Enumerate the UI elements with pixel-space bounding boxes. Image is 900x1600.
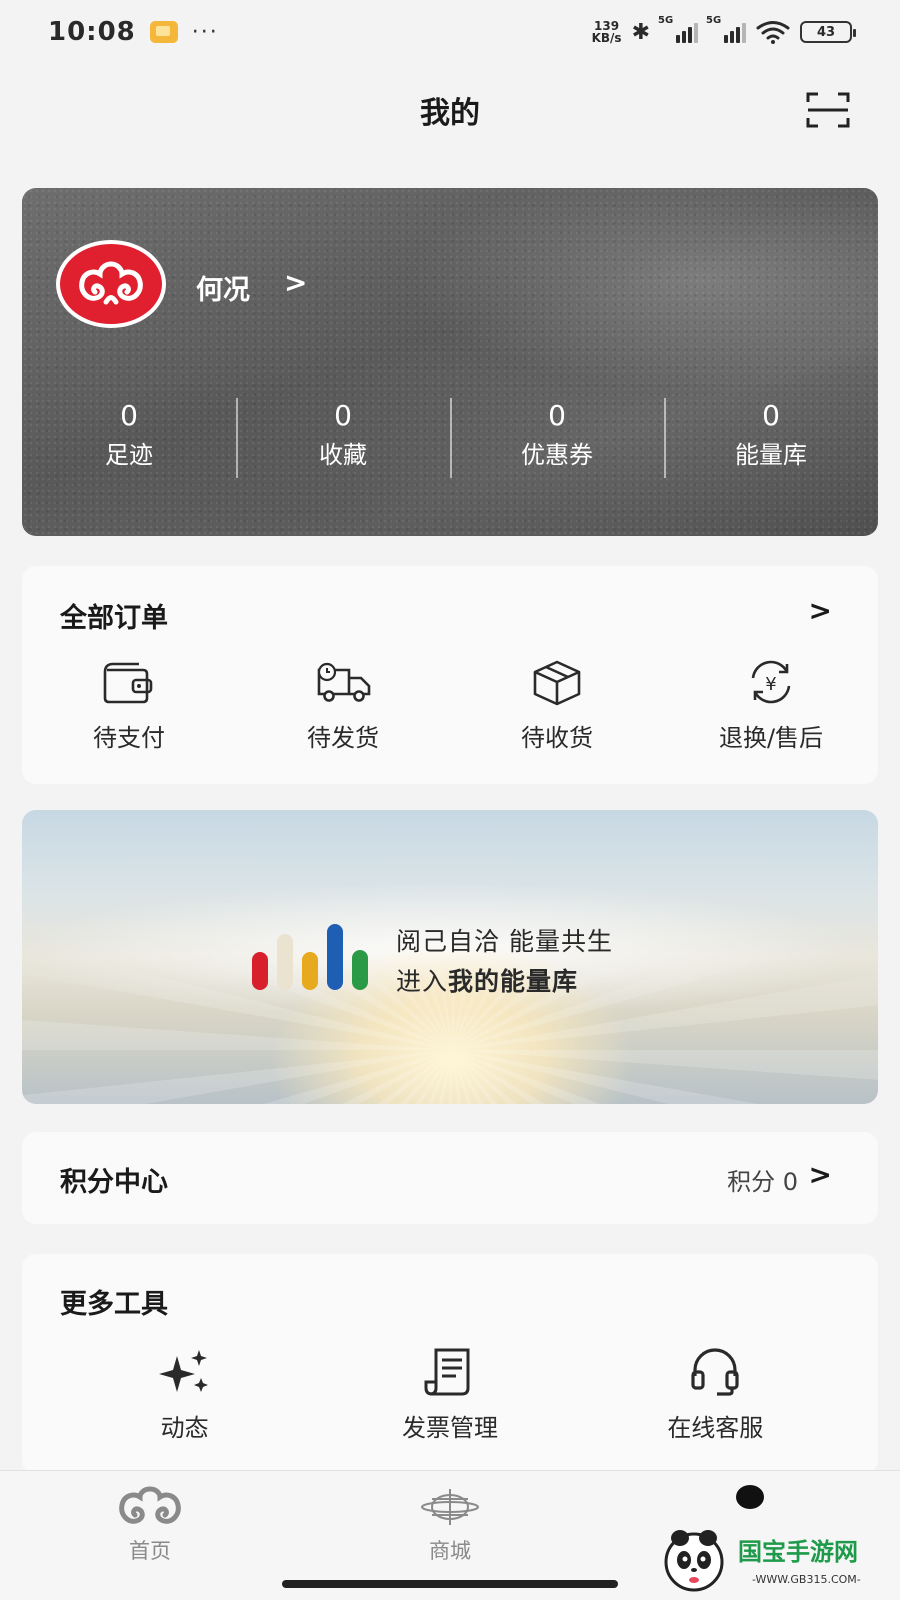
more-tools-card: 更多工具 动态 发票管理 在线客服: [22, 1254, 878, 1474]
tab-label: 商城: [429, 1539, 471, 1563]
signal-label-2: 5G: [706, 15, 722, 26]
svg-text:¥: ¥: [765, 674, 776, 695]
watermark-logo: 国宝手游网 -WWW.GB315.COM-: [664, 1530, 861, 1592]
more-notifications-icon: ···: [191, 19, 219, 45]
invoice-icon: [424, 1348, 470, 1396]
home-logo-icon: [119, 1486, 181, 1524]
status-right: 139 KB/s ✱ 5G 5G 43: [592, 15, 856, 45]
tab-profile-dot-icon[interactable]: [736, 1485, 764, 1509]
stat-favorites[interactable]: 0 收藏: [236, 398, 450, 478]
order-returns[interactable]: ¥ 退换/售后: [664, 658, 878, 753]
energy-bar: [327, 924, 343, 990]
network-speed: 139 KB/s: [592, 20, 622, 44]
profile-stats: 0 足迹 0 收藏 0 优惠券 0 能量库: [22, 398, 878, 478]
chevron-right-icon[interactable]: >: [809, 594, 832, 627]
order-pending-shipment[interactable]: 待发货: [236, 658, 450, 753]
profile-card: 何况 > 0 足迹 0 收藏 0 优惠券 0 能量库: [22, 188, 878, 536]
mall-icon: [421, 1489, 479, 1525]
network-speed-unit: KB/s: [591, 31, 622, 45]
stat-energy-library[interactable]: 0 能量库: [664, 398, 878, 478]
energy-bar: [352, 950, 368, 990]
status-bar: 10:08 ··· 139 KB/s ✱ 5G 5G 43: [0, 0, 900, 64]
energy-bar: [252, 952, 268, 990]
home-indicator[interactable]: [282, 1580, 618, 1588]
watermark-brand: 国宝手游网: [738, 1538, 858, 1566]
signal-label: 5G: [658, 15, 674, 26]
stat-footprints[interactable]: 0 足迹: [22, 398, 236, 478]
tools-title: 更多工具: [60, 1289, 168, 1320]
energy-bars-logo: [252, 924, 368, 990]
points-value: 积分 0: [727, 1168, 798, 1196]
order-item-label: 退换/售后: [718, 724, 824, 752]
sparkles-icon: [158, 1350, 208, 1392]
tool-invoice-management[interactable]: 发票管理: [317, 1346, 582, 1443]
energy-library-banner[interactable]: 阅己自洽 能量共生 进入我的能量库: [22, 810, 878, 1104]
banner-cta: 进入我的能量库: [396, 962, 578, 998]
stat-value: 0: [120, 399, 138, 432]
stat-label: 优惠券: [521, 441, 593, 469]
yen-refund-icon: ¥: [751, 660, 791, 704]
status-left: 10:08 ···: [48, 17, 219, 47]
notification-app-icon: [149, 21, 178, 43]
tool-label: 动态: [160, 1414, 209, 1442]
energy-bar: [277, 934, 293, 990]
wallet-icon: [103, 662, 153, 704]
order-pending-payment[interactable]: 待支付: [22, 658, 236, 753]
page-title: 我的: [420, 96, 480, 131]
scan-icon[interactable]: [806, 92, 850, 128]
order-item-label: 待发货: [307, 724, 379, 752]
watermark-url: -WWW.GB315.COM-: [752, 1573, 861, 1586]
energy-bar: [302, 952, 318, 990]
package-box-icon: [533, 660, 581, 706]
tab-mall[interactable]: 商城: [390, 1485, 510, 1565]
tools-list: 动态 发票管理 在线客服: [52, 1346, 848, 1443]
stat-value: 0: [548, 399, 566, 432]
profile-arrow-icon[interactable]: >: [284, 266, 307, 299]
banner-slogan: 阅己自洽 能量共生: [396, 927, 613, 956]
stat-label: 能量库: [735, 441, 807, 469]
tool-moments[interactable]: 动态: [52, 1346, 317, 1443]
signal-icon: 5G: [658, 15, 698, 43]
order-item-label: 待收货: [521, 724, 593, 752]
order-status-list: 待支付 待发货 待收货 ¥ 退换/售后: [22, 658, 878, 753]
delivery-truck-icon: [317, 662, 371, 702]
order-item-label: 待支付: [93, 724, 165, 752]
battery-indicator: 43: [800, 21, 856, 43]
order-pending-receipt[interactable]: 待收货: [450, 658, 664, 753]
banner-cta-bold: 我的能量库: [448, 967, 579, 996]
stat-coupons[interactable]: 0 优惠券: [450, 398, 664, 478]
signal-icon-2: 5G: [706, 15, 746, 43]
username[interactable]: 何况: [196, 268, 250, 307]
orders-title[interactable]: 全部订单: [60, 596, 168, 635]
bluetooth-icon: ✱: [631, 19, 650, 45]
tool-label: 在线客服: [667, 1414, 764, 1442]
orders-card: 全部订单 > 待支付 待发货 待收货 ¥ 退换/售后: [22, 566, 878, 784]
stat-value: 0: [334, 399, 352, 432]
stat-label: 收藏: [319, 441, 367, 469]
chevron-right-icon[interactable]: >: [809, 1158, 832, 1191]
banner-cta-prefix: 进入: [396, 967, 449, 996]
stat-label: 足迹: [105, 441, 153, 469]
status-time: 10:08: [48, 17, 136, 47]
tab-label: 首页: [129, 1539, 171, 1563]
points-title: 积分中心: [60, 1167, 168, 1198]
brand-logo-icon: [60, 244, 162, 324]
tool-label: 发票管理: [401, 1414, 498, 1442]
avatar[interactable]: [56, 240, 166, 328]
stat-value: 0: [762, 399, 780, 432]
wifi-icon: [756, 21, 790, 44]
tab-home[interactable]: 首页: [90, 1485, 210, 1565]
points-center-card[interactable]: 积分中心 积分 0 >: [22, 1132, 878, 1224]
tool-online-service[interactable]: 在线客服: [583, 1346, 848, 1443]
headset-icon: [691, 1348, 739, 1396]
